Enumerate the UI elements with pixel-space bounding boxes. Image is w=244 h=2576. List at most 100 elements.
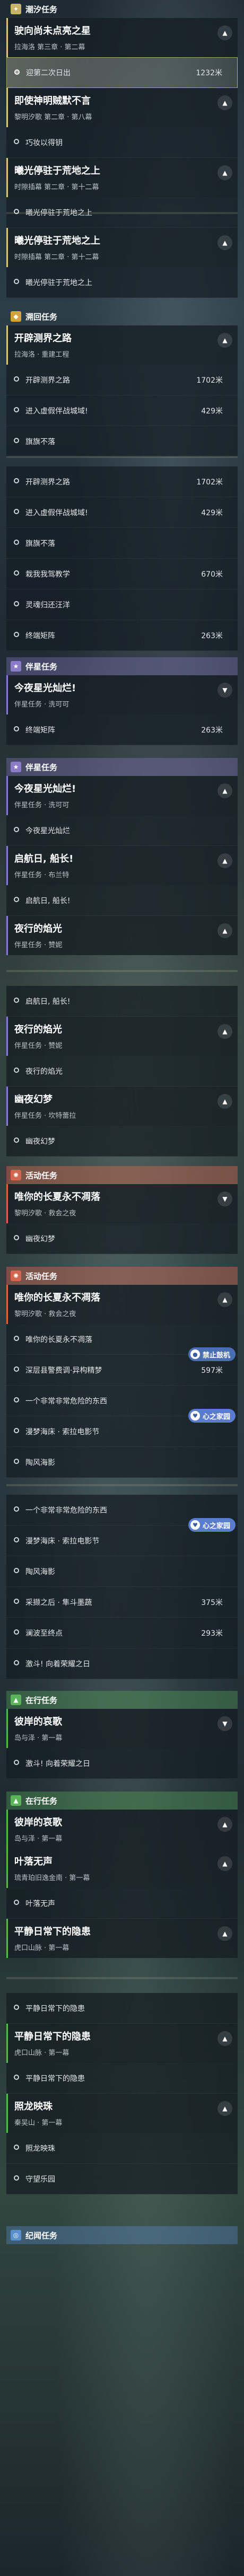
quest-card[interactable]: 即使神明贼默不言 黎明汐歌 第二章 · 第八幕 ▲ [6, 88, 238, 127]
chevron-down-icon[interactable]: ▼ [217, 1192, 232, 1206]
objective-row[interactable]: 陶风海影 [6, 1556, 238, 1587]
chevron-up-icon[interactable]: ▲ [217, 1024, 232, 1039]
chevron-up-icon[interactable]: ▲ [217, 2101, 232, 2116]
quest-card[interactable]: 幽夜幻梦 伴星任务 · 坎特蕾拉 ▲ [6, 1087, 238, 1126]
chip-badge[interactable]: ● 禁止鼓机 [188, 1347, 236, 1361]
objective-dot-icon [14, 1506, 19, 1512]
quest-card[interactable]: 启航日, 船长! 伴星任务 · 布兰特 ▲ [6, 846, 238, 885]
objective-row[interactable]: 终端矩阵 263米 [6, 714, 238, 745]
objective-row[interactable]: 曦光停驻于荒地之上 [6, 267, 238, 298]
objective-row[interactable]: 启航日, 船长! [6, 885, 238, 916]
chevron-up-icon[interactable]: ▲ [217, 95, 232, 110]
chevron-up-icon[interactable]: ▲ [217, 1856, 232, 1871]
quest-subtitle: 伴星任务 · 赞妮 [14, 941, 63, 949]
quest-card[interactable]: 叶落无声 琉青珀旧逸金南 · 第一幕 ▲ [6, 1849, 238, 1888]
objective-row[interactable]: 采撷之后 · 隼斗墨蔬 375米 [6, 1587, 238, 1618]
objective-dot-icon [14, 540, 19, 545]
objective-label: 启航日, 船长! [25, 997, 71, 1006]
objective-row[interactable]: 守望乐园 [6, 2164, 238, 2194]
quest-card[interactable]: 平静日常下的隐患 虎口山脉 · 第一幕 ▲ [6, 1919, 238, 1958]
objective-dot-icon [14, 438, 19, 443]
chip-icon: ♥ [190, 1520, 200, 1530]
objective-label: 澜波至终点 [25, 1629, 63, 1638]
objective-row[interactable]: 终端矩阵 263米 [6, 620, 238, 651]
quest-card[interactable]: 今夜星光灿烂! 伴星任务 · 洗可可 ▲ [6, 776, 238, 815]
chevron-up-icon[interactable]: ▲ [217, 333, 232, 348]
objective-row[interactable]: 激斗! 向着荣耀之日 [6, 1748, 238, 1779]
quest-card[interactable]: 夜行的焰光 伴星任务 · 赞妮 ▲ [6, 1017, 238, 1056]
return-icon: ◆ [11, 311, 21, 322]
objective-label: 今夜星光灿烂 [25, 826, 70, 835]
chevron-up-icon[interactable]: ▲ [217, 1292, 232, 1307]
objective-row[interactable]: 幽夜幻梦 [6, 1126, 238, 1157]
objective-row[interactable]: 澜波至终点 293米 [6, 1618, 238, 1648]
quest-card[interactable]: 照龙映珠 秦吴山 · 第一幕 ▲ [6, 2094, 238, 2133]
event-icon: ✺ [11, 1170, 21, 1180]
chevron-up-icon[interactable]: ▲ [217, 235, 232, 250]
quest-card[interactable]: 驶向尚未点亮之星 拉海洛 第三章 · 第二幕 ▲ [6, 18, 238, 57]
objective-row[interactable]: 开辟测界之路 1702米 [6, 365, 238, 395]
chevron-down-icon[interactable]: ▼ [217, 1716, 232, 1731]
quest-title: 平静日常下的隐患 [14, 2031, 91, 2042]
chronicle-icon: ◎ [11, 2230, 21, 2240]
quest-card[interactable]: 彼岸的哀歌 岛与泽 · 第一幕 ▼ [6, 1709, 238, 1748]
objective-row[interactable]: 今夜星光灿烂 [6, 815, 238, 846]
objective-row[interactable]: 旗旗不落 [6, 528, 238, 559]
chevron-down-icon[interactable]: ▼ [217, 683, 232, 698]
quest-card[interactable]: 今夜星光灿烂! 伴星任务 · 洗可可 ▼ [6, 675, 238, 714]
quest-card[interactable]: 开辟测界之路 拉海洛 · 重建工程 ▲ [6, 325, 238, 365]
chevron-up-icon[interactable]: ▲ [217, 783, 232, 798]
objective-row[interactable]: 漫梦海床 · 索拉电影节 ♥ 心之家园 [6, 1409, 238, 1447]
chevron-up-icon[interactable]: ▲ [217, 165, 232, 180]
quest-card[interactable]: 曦光停驻于荒地之上 时隙插幕 第二章 · 第十二幕 ▲ [6, 158, 238, 197]
objective-row[interactable]: 灵魂归还汪洋 [6, 589, 238, 620]
divider [6, 970, 238, 972]
objective-label: 守望乐园 [25, 2175, 55, 2184]
objective-row[interactable]: 漫梦海床 · 索拉电影节 ♥ 心之家园 [6, 1518, 238, 1556]
section-header: ✦ 潮汐任务 [6, 0, 238, 18]
chip-badge[interactable]: ♥ 心之家园 [188, 1518, 236, 1532]
quest-card[interactable]: 唯你的长夏永不凋落 黎明汐歌 · 救会之夜 ▼ [6, 1184, 238, 1223]
objective-row[interactable]: 平静日常下的隐患 [6, 1993, 238, 2024]
quest-title: 平静日常下的隐患 [14, 1926, 91, 1937]
objective-row[interactable]: 进入虚假伴战城域! 429米 [6, 497, 238, 528]
objective-row[interactable]: 深层县警费调·异构精梦 597米 ● 禁止鼓机 [6, 1347, 238, 1386]
quest-card[interactable]: 曦光停驻于荒地之上 时隙插幕 第二章 · 第十二幕 ▲ [6, 228, 238, 267]
objective-row[interactable]: 巧妆以得钥 [6, 127, 238, 158]
objective-row[interactable]: 幽夜幻梦 [6, 1223, 238, 1254]
objective-row[interactable]: 叶落无声 [6, 1888, 238, 1919]
chevron-up-icon[interactable]: ▲ [217, 2031, 232, 2046]
objective-row[interactable]: 栽我我驾教学 670米 [6, 559, 238, 589]
quest-card[interactable]: 夜行的焰光 伴星任务 · 赞妮 ▲ [6, 916, 238, 955]
objective-row[interactable]: 夜行的焰光 [6, 1056, 238, 1087]
objective-row[interactable]: 旗旗不落 [6, 426, 238, 457]
objective-dot-icon [14, 139, 19, 144]
chevron-up-icon[interactable]: ▲ [217, 1817, 232, 1832]
chevron-up-icon[interactable]: ▲ [217, 923, 232, 938]
chip-badge[interactable]: ♥ 心之家园 [188, 1409, 236, 1423]
chevron-up-icon[interactable]: ▲ [217, 1926, 232, 1941]
chevron-up-icon[interactable]: ▲ [217, 25, 232, 40]
chevron-up-icon[interactable]: ▲ [217, 853, 232, 868]
quest-card[interactable]: 彼岸的哀歌 岛与泽 · 第一幕 ▲ [6, 1810, 238, 1849]
objective-row[interactable]: 陶风海影 [6, 1447, 238, 1478]
objective-label: 幽夜幻梦 [25, 1234, 55, 1243]
objective-distance: 670米 [201, 570, 223, 579]
objective-dot-icon [14, 2145, 19, 2150]
objective-row[interactable]: 开辟测界之路 1702米 [6, 466, 238, 497]
quest-card[interactable]: 平静日常下的隐患 虎口山脉 · 第一幕 ▲ [6, 2024, 238, 2063]
quest-card[interactable]: 唯你的长夏永不凋落 黎明汐歌 · 救会之夜 ▲ [6, 1285, 238, 1324]
section-return: ◆ 溯回任务 开辟测界之路 拉海洛 · 重建工程 ▲ 开辟测界之路 1702米 进入虚假… [6, 307, 238, 457]
section-title: 伴星任务 [25, 762, 58, 772]
objective-label: 唯你的长夏永不凋落 [25, 1335, 92, 1344]
chevron-up-icon[interactable]: ▲ [217, 1094, 232, 1109]
objective-label: 开辟测界之路 [25, 478, 70, 487]
objective-dot-icon [14, 1599, 19, 1604]
objective-row[interactable]: 进入虚假伴战城域! 429米 [6, 395, 238, 426]
objective-row[interactable]: 激斗! 向着荣耀之日 [6, 1648, 238, 1679]
objective-distance: 1702米 [196, 376, 223, 385]
objective-row[interactable]: 启航日, 船长! [6, 986, 238, 1017]
objective-row[interactable]: 平静日常下的隐患 [6, 2063, 238, 2094]
objective-row[interactable]: 照龙映珠 [6, 2133, 238, 2164]
objective-row-selected[interactable]: 迎第二次日出 1232米 [6, 57, 238, 88]
